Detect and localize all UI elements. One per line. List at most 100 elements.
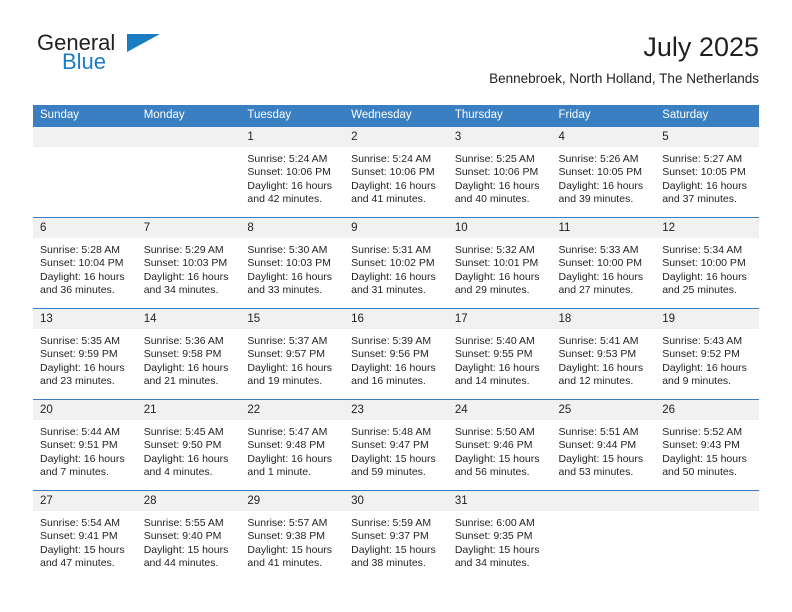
daylight-text-line2: and 56 minutes. — [454, 466, 530, 479]
sunrise-text: Sunrise: 5:27 AM — [662, 153, 743, 165]
calendar-day-cell[interactable]: 10 Sunrise: 5:32 AM Sunset: 10:01 PM Daylig… — [447, 217, 552, 309]
day-number: 13 — [33, 309, 137, 329]
calendar-day-cell[interactable]: 15 Sunrise: 5:37 AM Sunset: 9:57 PM Dayligh… — [240, 308, 345, 400]
day-number: 21 — [136, 400, 241, 420]
daylight-text-line2: and 1 minute. — [247, 466, 312, 479]
sunset-text: Sunset: 10:00 PM — [558, 257, 642, 270]
sunrise-text: Sunrise: 5:33 AM — [558, 244, 639, 256]
sunset-text: Sunset: 9:58 PM — [143, 348, 222, 361]
calendar-day-cell[interactable]: 25 Sunrise: 5:51 AM Sunset: 9:44 PM Dayligh… — [551, 399, 656, 491]
calendar-day-cell[interactable]: 3 Sunrise: 5:25 AM Sunset: 10:06 PM Dayligh… — [447, 127, 552, 218]
calendar-day-cell-empty — [136, 127, 241, 218]
daylight-text-line1: Daylight: 16 hours — [662, 179, 747, 192]
day-number: 1 — [240, 127, 345, 147]
calendar-day-cell[interactable]: 12 Sunrise: 5:34 AM Sunset: 10:00 PM Daylig… — [655, 217, 759, 309]
calendar-day-cell[interactable]: 26 Sunrise: 5:52 AM Sunset: 9:43 PM Dayligh… — [655, 399, 759, 491]
daylight-text-line2: and 47 minutes. — [40, 557, 115, 570]
calendar-week-row: 6 Sunrise: 5:28 AM Sunset: 10:04 PM Dayligh… — [33, 217, 759, 309]
calendar-day-cell[interactable]: 23 Sunrise: 5:48 AM Sunset: 9:47 PM Dayligh… — [344, 399, 448, 491]
day-number: 3 — [447, 127, 552, 147]
calendar-day-cell[interactable]: 30 Sunrise: 5:59 AM Sunset: 9:37 PM Dayligh… — [344, 490, 448, 581]
calendar-day-cell[interactable]: 8 Sunrise: 5:30 AM Sunset: 10:03 PM Dayligh… — [240, 217, 345, 309]
daylight-text-line2: and 4 minutes. — [143, 466, 213, 479]
calendar-day-cell[interactable]: 16 Sunrise: 5:39 AM Sunset: 9:56 PM Dayligh… — [344, 308, 448, 400]
calendar-day-cell[interactable]: 20 Sunrise: 5:44 AM Sunset: 9:51 PM Dayligh… — [33, 399, 137, 491]
sunset-text: Sunset: 9:55 PM — [454, 348, 533, 361]
day-sun-info: Sunrise: 5:26 AM Sunset: 10:05 PM Daylight… — [552, 147, 656, 207]
calendar-day-cell[interactable]: 7 Sunrise: 5:29 AM Sunset: 10:03 PM Dayligh… — [136, 217, 241, 309]
daylight-text-line1: Daylight: 16 hours — [454, 270, 540, 283]
page-header: General Blue July 2025 Bennebroek, North… — [33, 30, 759, 98]
sunrise-text: Sunrise: 5:36 AM — [143, 335, 224, 347]
daylight-text-line1: Daylight: 15 hours — [247, 543, 333, 556]
day-number: 4 — [551, 127, 656, 147]
daylight-text-line1: Daylight: 15 hours — [40, 543, 125, 556]
day-sun-info: Sunrise: 5:37 AM Sunset: 9:57 PM Daylight:… — [240, 329, 344, 389]
calendar-day-cell[interactable]: 27 Sunrise: 5:54 AM Sunset: 9:41 PM Dayligh… — [33, 490, 137, 581]
calendar-day-cell[interactable]: 31 Sunrise: 6:00 AM Sunset: 9:35 PM Dayligh… — [447, 490, 552, 581]
day-sun-info: Sunrise: 5:33 AM Sunset: 10:00 PM Daylight… — [552, 238, 656, 298]
calendar-day-cell[interactable]: 1 Sunrise: 5:24 AM Sunset: 10:06 PM Dayligh… — [240, 127, 345, 218]
daylight-text-line1: Daylight: 16 hours — [351, 361, 436, 374]
day-number: 11 — [551, 218, 656, 238]
calendar-day-cell[interactable]: 13 Sunrise: 5:35 AM Sunset: 9:59 PM Dayligh… — [33, 308, 137, 400]
calendar-day-cell[interactable]: 11 Sunrise: 5:33 AM Sunset: 10:00 PM Daylig… — [551, 217, 656, 309]
calendar-day-cell[interactable]: 24 Sunrise: 5:50 AM Sunset: 9:46 PM Dayligh… — [447, 399, 552, 491]
calendar-page: General Blue July 2025 Bennebroek, North… — [0, 0, 792, 612]
sunrise-text: Sunrise: 5:48 AM — [351, 426, 432, 438]
daylight-text-line1: Daylight: 16 hours — [454, 179, 540, 192]
calendar-day-cell[interactable]: 19 Sunrise: 5:43 AM Sunset: 9:52 PM Dayligh… — [655, 308, 759, 400]
day-sun-info: Sunrise: 6:00 AM Sunset: 9:35 PM Daylight:… — [448, 511, 552, 571]
calendar-day-cell[interactable]: 29 Sunrise: 5:57 AM Sunset: 9:38 PM Dayligh… — [240, 490, 345, 581]
calendar-day-cell[interactable]: 14 Sunrise: 5:36 AM Sunset: 9:58 PM Dayligh… — [136, 308, 241, 400]
day-sun-info: Sunrise: 5:59 AM Sunset: 9:37 PM Daylight:… — [344, 511, 448, 571]
calendar-day-cell[interactable]: 4 Sunrise: 5:26 AM Sunset: 10:05 PM Dayligh… — [551, 127, 656, 218]
daylight-text-line2: and 41 minutes. — [247, 557, 323, 570]
day-number: 18 — [551, 309, 656, 329]
day-sun-info: Sunrise: 5:44 AM Sunset: 9:51 PM Daylight:… — [33, 420, 137, 480]
calendar-day-cell[interactable]: 28 Sunrise: 5:55 AM Sunset: 9:40 PM Dayligh… — [136, 490, 241, 581]
day-number: 6 — [33, 218, 137, 238]
sunset-text: Sunset: 10:01 PM — [454, 257, 539, 270]
brand-logo[interactable]: General Blue — [33, 30, 243, 88]
weekday-header-tuesday: Tuesday — [240, 105, 345, 127]
sunset-text: Sunset: 9:43 PM — [662, 439, 740, 452]
sunset-text: Sunset: 9:57 PM — [247, 348, 326, 361]
daylight-text-line2: and 23 minutes. — [40, 375, 115, 388]
daylight-text-line1: Daylight: 16 hours — [40, 270, 125, 283]
weekday-header-thursday: Thursday — [447, 105, 552, 127]
calendar-day-cell-empty — [655, 490, 759, 581]
sunset-text: Sunset: 9:59 PM — [40, 348, 118, 361]
daylight-text-line2: and 44 minutes. — [143, 557, 219, 570]
weekday-header-saturday: Saturday — [655, 105, 759, 127]
daylight-text-line1: Daylight: 15 hours — [558, 452, 644, 465]
day-number: 31 — [447, 491, 552, 511]
day-number: 23 — [344, 400, 448, 420]
calendar-day-cell[interactable]: 6 Sunrise: 5:28 AM Sunset: 10:04 PM Dayligh… — [33, 217, 137, 309]
calendar-day-cell[interactable]: 18 Sunrise: 5:41 AM Sunset: 9:53 PM Dayligh… — [551, 308, 656, 400]
day-sun-info: Sunrise: 5:34 AM Sunset: 10:00 PM Daylight… — [655, 238, 759, 298]
day-number: 7 — [136, 218, 241, 238]
sunset-text: Sunset: 9:46 PM — [454, 439, 533, 452]
sunset-text: Sunset: 10:06 PM — [351, 166, 435, 179]
sunrise-text: Sunrise: 5:26 AM — [558, 153, 639, 165]
calendar-day-cell[interactable]: 22 Sunrise: 5:47 AM Sunset: 9:48 PM Dayligh… — [240, 399, 345, 491]
day-number: 14 — [136, 309, 241, 329]
calendar-day-cell[interactable]: 9 Sunrise: 5:31 AM Sunset: 10:02 PM Dayligh… — [344, 217, 448, 309]
daylight-text-line2: and 37 minutes. — [662, 193, 737, 206]
day-number: 12 — [655, 218, 759, 238]
day-number: 27 — [33, 491, 137, 511]
sunset-text: Sunset: 9:38 PM — [247, 530, 326, 543]
calendar-day-cell[interactable]: 5 Sunrise: 5:27 AM Sunset: 10:05 PM Dayligh… — [655, 127, 759, 218]
daylight-text-line2: and 21 minutes. — [143, 375, 219, 388]
daylight-text-line2: and 39 minutes. — [558, 193, 634, 206]
daylight-text-line2: and 9 minutes. — [662, 375, 732, 388]
day-number: 5 — [655, 127, 759, 147]
day-sun-info: Sunrise: 5:43 AM Sunset: 9:52 PM Daylight:… — [655, 329, 759, 389]
calendar-day-cell[interactable]: 2 Sunrise: 5:24 AM Sunset: 10:06 PM Dayligh… — [344, 127, 448, 218]
daylight-text-line2: and 12 minutes. — [558, 375, 634, 388]
calendar-day-cell[interactable]: 21 Sunrise: 5:45 AM Sunset: 9:50 PM Dayligh… — [136, 399, 241, 491]
sunset-text: Sunset: 10:00 PM — [662, 257, 746, 270]
sunset-text: Sunset: 9:44 PM — [558, 439, 637, 452]
calendar-day-cell[interactable]: 17 Sunrise: 5:40 AM Sunset: 9:55 PM Dayligh… — [447, 308, 552, 400]
